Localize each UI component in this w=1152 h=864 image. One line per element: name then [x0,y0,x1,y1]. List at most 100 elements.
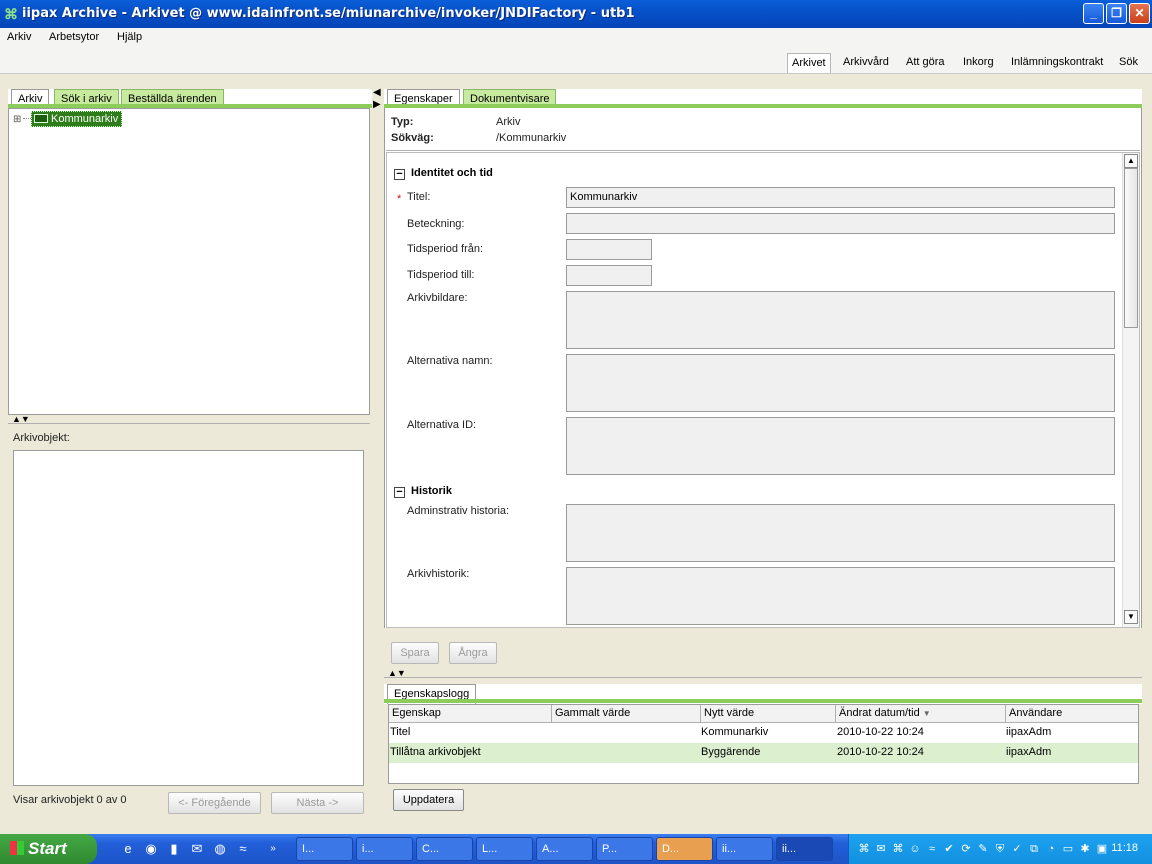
web-icon[interactable]: ◍ [212,841,228,857]
col-egenskap[interactable]: Egenskap [389,705,552,723]
menu-arkiv[interactable]: Arkiv [7,31,31,43]
taskbar-item[interactable]: A... [536,837,593,861]
tab-att-gora[interactable]: Att göra [902,53,949,73]
titel-field[interactable]: Kommunarkiv [566,187,1115,208]
col-andrat-datum[interactable]: Ändrat datum/tid ▼ [836,705,1006,723]
col-gammalt-varde[interactable]: Gammalt värde [552,705,701,723]
prev-button[interactable]: <- Föregående [168,792,261,814]
menu-hjalp[interactable]: Hjälp [117,31,142,43]
taskbar-item[interactable]: P... [596,837,653,861]
tab-sok[interactable]: Sök [1115,53,1142,73]
menu-arbetsytor[interactable]: Arbetsytor [49,31,99,43]
cell-anvandare: iipaxAdm [1006,726,1052,738]
messenger-icon[interactable]: ≈ [235,841,251,857]
tray-mail-icon[interactable]: ✉ [874,842,888,856]
tray-iipax-icon[interactable]: ⌘ [857,842,871,856]
mail-icon[interactable]: ✉ [189,841,205,857]
sort-desc-icon: ▼ [922,709,931,718]
tray-ok-icon[interactable]: ✓ [1010,842,1024,856]
start-label: Start [28,839,67,858]
close-button[interactable]: ✕ [1129,3,1150,24]
tab-inkorg[interactable]: Inkorg [959,53,998,73]
expand-right-arrow[interactable]: ▶ [373,100,381,110]
table-row[interactable]: Tillåtna arkivobjekt Byggärende 2010-10-… [389,743,1138,763]
archive-tree: ⊞ Kommunarkiv [8,108,370,415]
taskbar-item[interactable]: C... [416,837,473,861]
cell-egenskap: Titel [390,726,411,738]
undo-button[interactable]: Ångra [449,642,497,664]
beteckning-field[interactable] [566,213,1115,234]
save-button[interactable]: Spara [391,642,439,664]
taskbar-item[interactable]: L... [476,837,533,861]
tidsperiod-fran-label: Tidsperiod från: [407,243,484,255]
arkivbildare-field[interactable] [566,291,1115,349]
tree-node-label: Kommunarkiv [51,113,119,125]
arkivobjekt-list[interactable] [13,450,364,786]
arkivobjekt-status: Visar arkivobjekt 0 av 0 [13,794,127,806]
tray-network-icon[interactable]: ⧉ [1027,842,1041,856]
collapse-icon[interactable]: − [394,169,405,180]
minimize-button[interactable]: _ [1083,3,1104,24]
alternativa-id-label: Alternativa ID: [407,419,477,431]
tab-inlamningskontrakt[interactable]: Inlämningskontrakt [1007,53,1107,73]
start-button[interactable]: Start [0,834,97,864]
section-historik[interactable]: − Historik [394,485,452,498]
tray-shield-icon[interactable]: ⛨ [993,842,1007,856]
typ-value: Arkiv [496,116,521,128]
table-row[interactable]: Titel Kommunarkiv 2010-10-22 10:24 iipax… [389,723,1138,743]
update-button[interactable]: Uppdatera [393,789,464,811]
cell-datum: 2010-10-22 10:24 [837,746,924,758]
app-icon[interactable]: ▮ [166,841,182,857]
collapse-left-arrow[interactable]: ◀ [373,88,381,98]
taskbar: Start e ◉ ▮ ✉ ◍ ≈ » I... i... C... L... … [0,834,1152,864]
alternativa-namn-field[interactable] [566,354,1115,412]
arkivhistorik-field[interactable] [566,567,1115,625]
alternativa-id-field[interactable] [566,417,1115,475]
tree-node-kommunarkiv[interactable]: Kommunarkiv [31,111,123,127]
tray-smile-icon[interactable]: ☺ [908,842,922,856]
tray-messenger-icon[interactable]: ≈ [925,842,939,856]
taskbar-item[interactable]: I... [296,837,353,861]
next-button[interactable]: Nästa -> [271,792,364,814]
required-marker: * [397,193,402,205]
workspace-tabs: Arkivet Arkivvård Att göra Inkorg Inlämn… [0,48,1152,74]
tray-iipax-icon[interactable]: ⌘ [891,842,905,856]
adm-historia-field[interactable] [566,504,1115,562]
form-scrollbar[interactable]: ▲ ▼ [1122,153,1139,627]
taskbar-item[interactable]: D... [656,837,713,861]
tray-monitor-icon[interactable]: ▭ [1061,842,1075,856]
scroll-up-icon[interactable]: ▲ [1124,154,1138,168]
clock[interactable]: 11:18 [1111,842,1138,854]
tidsperiod-fran-field[interactable] [566,239,652,260]
tray-display-icon[interactable]: ▣ [1095,842,1109,856]
tray-check-icon[interactable]: ✔ [942,842,956,856]
collapse-icon[interactable]: − [394,487,405,498]
tab-arkivet[interactable]: Arkivet [787,53,831,73]
tidsperiod-till-field[interactable] [566,265,652,286]
scroll-thumb[interactable] [1124,168,1138,328]
quicklaunch-more-icon[interactable]: » [265,841,281,857]
app-icon: ⌘ [4,6,18,22]
tray-wireless-icon[interactable]: ◔ [1044,842,1058,856]
tray-tool-icon[interactable]: ✎ [976,842,990,856]
tree-connector [23,118,31,119]
firefox-icon[interactable]: ◉ [143,841,159,857]
titel-label: Titel: [407,191,431,203]
folder-icon [34,114,48,123]
tab-arkivvard[interactable]: Arkivvård [839,53,893,73]
tree-expand-icon[interactable]: ⊞ [13,114,21,125]
arkivhistorik-label: Arkivhistorik: [407,568,470,580]
arkivobjekt-label: Arkivobjekt: [13,432,70,444]
section-identitet[interactable]: − Identitet och tid [394,167,493,180]
taskbar-item[interactable]: ii... [716,837,773,861]
ie-icon[interactable]: e [120,841,136,857]
col-nytt-varde[interactable]: Nytt värde [701,705,836,723]
taskbar-item[interactable]: ii... [776,837,833,861]
tray-security-icon[interactable]: ✱ [1078,842,1092,856]
taskbar-item[interactable]: i... [356,837,413,861]
scroll-down-icon[interactable]: ▼ [1124,610,1138,624]
maximize-button[interactable]: ❐ [1106,3,1127,24]
section-identitet-title: Identitet och tid [411,167,493,179]
col-anvandare[interactable]: Användare [1006,705,1138,723]
tray-sync-icon[interactable]: ⟳ [959,842,973,856]
